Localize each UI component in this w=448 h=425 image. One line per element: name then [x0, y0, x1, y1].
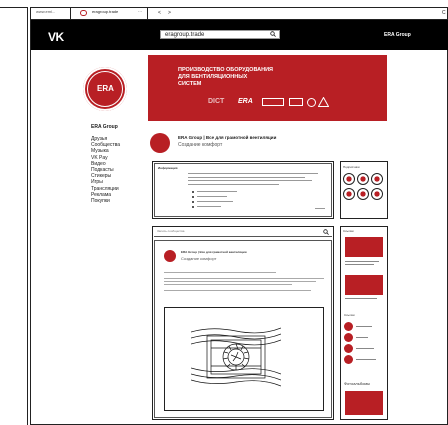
subscriber-avatar[interactable] — [371, 188, 383, 200]
link-item[interactable] — [344, 321, 386, 332]
cover-headline-3: СИСТЕМ — [178, 81, 202, 87]
fan-grille-icon — [191, 322, 281, 392]
right-image-1[interactable] — [345, 237, 383, 257]
url-tab[interactable]: www.eml... — [36, 9, 55, 15]
subscriber-avatar[interactable] — [357, 173, 369, 185]
info-bullets — [192, 189, 252, 209]
subscriber-avatar[interactable] — [371, 173, 383, 185]
cover-banner — [148, 55, 387, 121]
group-title: ERA Group | Все для грамотной вентиляции — [178, 135, 277, 140]
back-icon[interactable]: < — [158, 10, 161, 16]
post-author[interactable]: ERA Group | Все для грамотной вентиляции — [181, 250, 247, 255]
feed-search-icon[interactable] — [323, 229, 329, 235]
brand-rect-icon — [289, 98, 303, 106]
link-item[interactable] — [344, 343, 386, 354]
vk-logo-icon[interactable]: VK — [48, 30, 64, 44]
subscribers-header: Подписчики — [343, 165, 360, 169]
tab-title: eragroup.trade — [92, 9, 119, 14]
tab-favicon-icon — [80, 10, 87, 16]
photos-header: Фотоальбомы — [344, 381, 370, 386]
cover-headline-2: ДЛЯ ВЕНТИЛЯЦИОННЫХ — [178, 74, 248, 80]
left-panel-edge — [0, 7, 28, 425]
tab-menu[interactable]: ··· — [138, 9, 142, 15]
logo-text: ERA — [97, 84, 114, 93]
brand-dict-logo: DICT — [208, 98, 225, 105]
right-header: Ссылки — [343, 229, 354, 233]
feed-search-placeholder: Запись сообщества — [157, 229, 185, 233]
info-more-link[interactable] — [315, 208, 325, 209]
photo-album-thumb[interactable] — [345, 391, 383, 415]
right-caption-1 — [345, 261, 383, 265]
subscriber-avatar[interactable] — [343, 173, 355, 185]
subscriber-avatar[interactable] — [357, 188, 369, 200]
link-item[interactable] — [344, 332, 386, 343]
left-nav-list: Друзья Сообщества Музыка VK Pay Видео По… — [91, 136, 151, 204]
brand-era-logo: ERA — [238, 98, 253, 105]
info-text-lines — [188, 173, 318, 187]
cover-headline-1: ПРОИЗВОДСТВО ОБОРУДОВАНИЯ — [178, 67, 274, 73]
link-item[interactable] — [344, 354, 386, 365]
links-list — [344, 321, 386, 365]
brand-box-icon — [262, 98, 284, 106]
subscriber-avatar[interactable] — [343, 188, 355, 200]
subscribers-grid — [343, 173, 387, 200]
top-left-line — [0, 7, 28, 8]
reload-icon[interactable]: C — [442, 10, 446, 16]
search-icon[interactable] — [270, 31, 276, 37]
post-text-lines — [164, 272, 324, 291]
nav-item[interactable]: Покупки — [91, 198, 151, 204]
post-avatar[interactable] — [164, 250, 176, 262]
user-name[interactable]: ERA Group — [384, 32, 411, 38]
group-status: Создание комфорт — [178, 142, 223, 148]
post-subtitle: Создание комфорт — [181, 256, 217, 261]
brand-circle-icon — [307, 98, 316, 107]
right-caption-2 — [345, 298, 383, 299]
right-image-2[interactable] — [345, 275, 383, 295]
info-header: Информация — [158, 166, 178, 170]
forward-icon[interactable]: > — [168, 10, 171, 16]
group-name: ERA Group — [91, 124, 118, 130]
brand-triangle-icon — [318, 97, 329, 107]
links-header: Ссылки — [344, 313, 355, 317]
search-input-value: eragroup.trade — [165, 32, 205, 38]
group-avatar[interactable] — [150, 133, 170, 153]
